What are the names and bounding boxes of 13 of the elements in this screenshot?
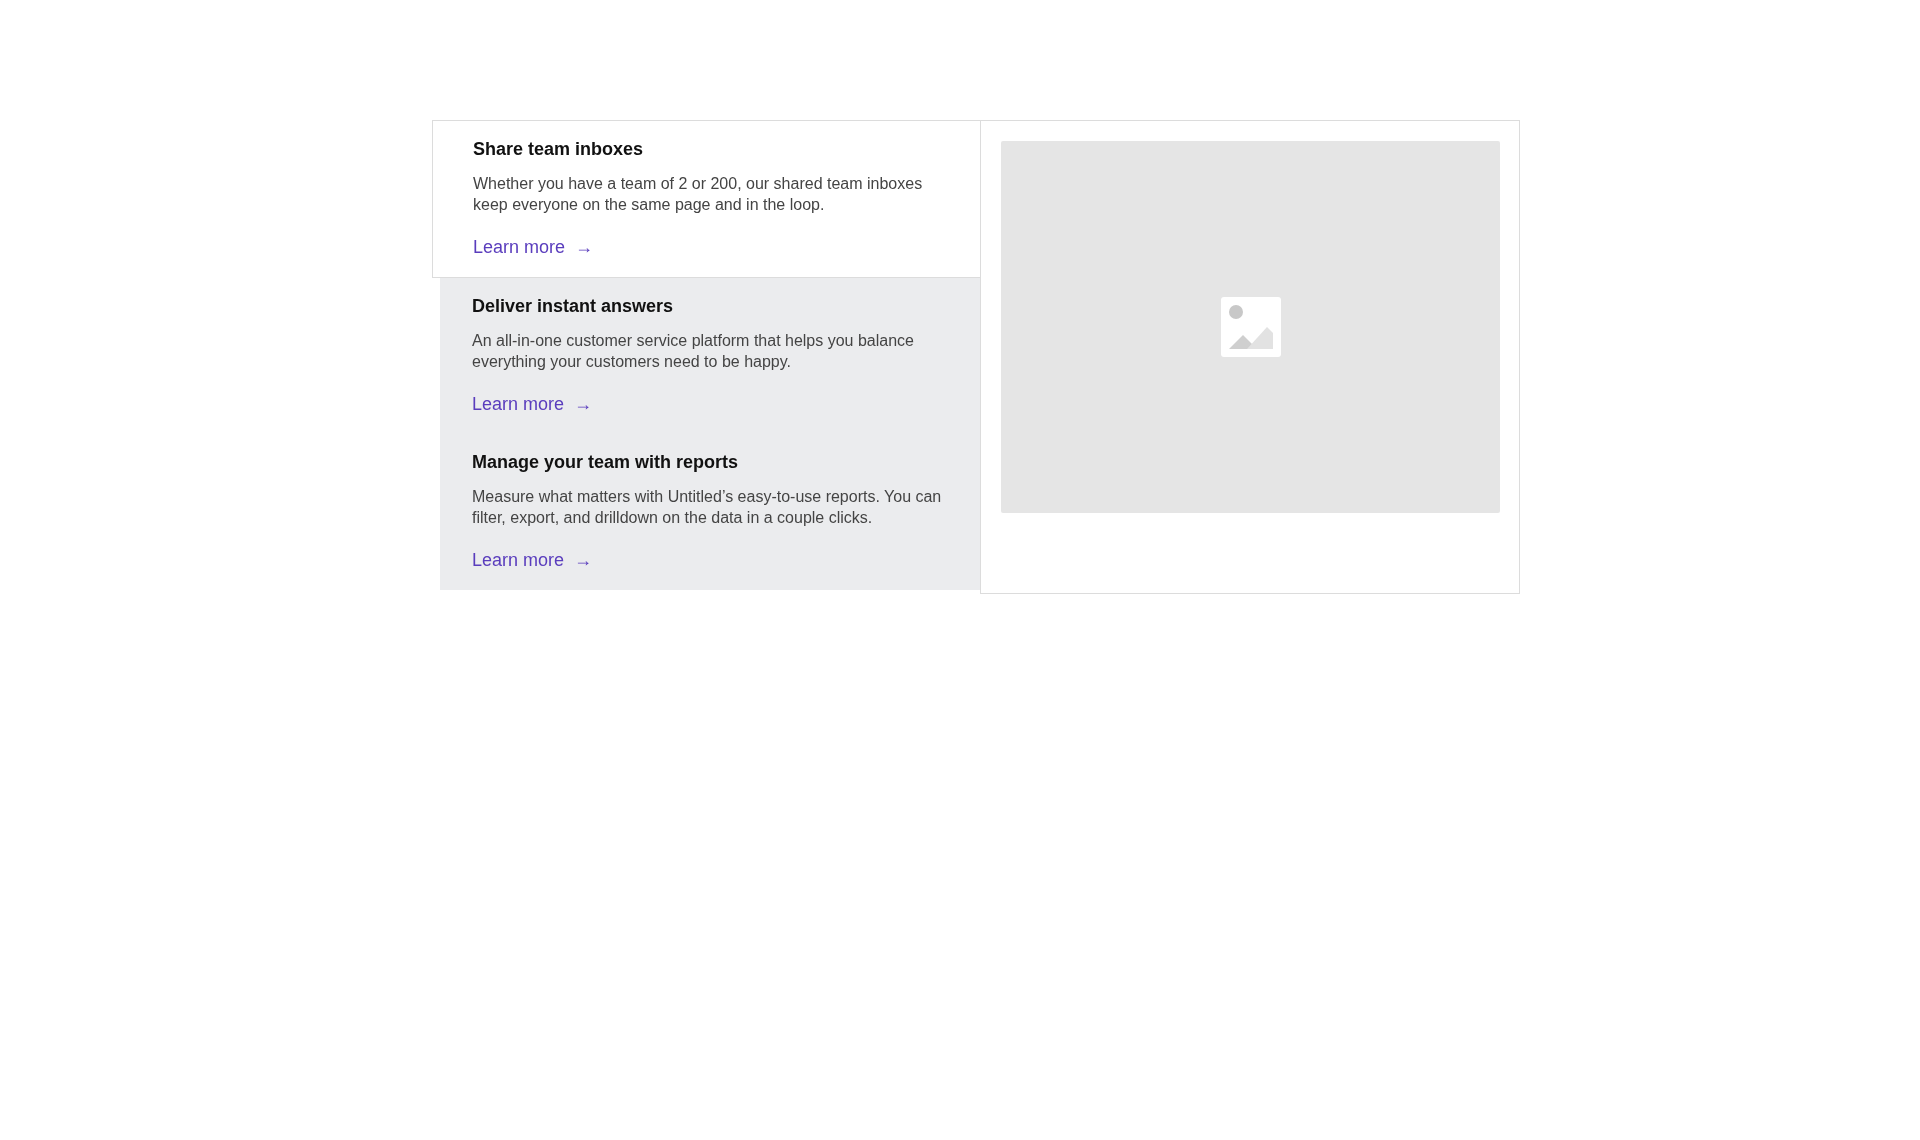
image-placeholder-icon xyxy=(1220,297,1281,357)
feature-description: Whether you have a team of 2 or 200, our shared team inboxes keep everyone on the same page and in the loop. xyxy=(473,174,924,215)
feature-description: Measure what matters with Untitled’s easy-to-use reports. You can filter, export, and drilldown on the data in a couple clicks. xyxy=(472,487,943,528)
feature-title: Deliver instant answers xyxy=(472,295,675,318)
feature-title: Share team inboxes xyxy=(473,138,645,161)
feature-tab[interactable]: Deliver instant answers An all-in-one customer service platform that helps you balance everything your customers need to be happy. Learn more → xyxy=(440,278,980,434)
feature-tab[interactable]: Share team inboxes Whether you have a team of 2 or 200, our shared team inboxes keep everyone on the same page and in the loop. Learn more → xyxy=(432,120,980,278)
feature-title: Manage your team with reports xyxy=(472,451,740,474)
learn-more-link[interactable]: Learn more → xyxy=(472,392,593,416)
feature-tab[interactable]: Manage your team with reports Measure what matters with Untitled’s easy-to-use reports. You can filter, export, and drilldown on the data in a couple clicks. Learn more → xyxy=(440,434,980,590)
feature-description: An all-in-one customer service platform that helps you balance everything your customers need to be happy. xyxy=(472,331,915,372)
learn-more-link[interactable]: Learn more → xyxy=(473,235,594,259)
learn-more-link[interactable]: Learn more → xyxy=(472,548,593,572)
